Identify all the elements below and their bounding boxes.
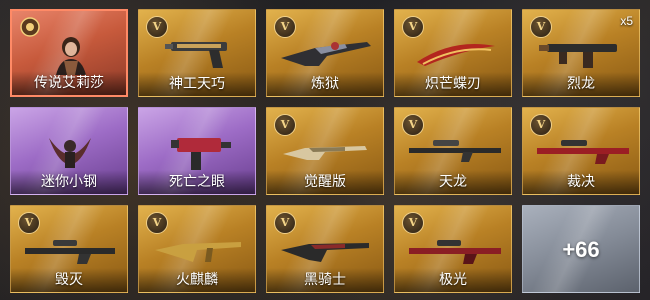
reward-tile-heiqishi[interactable]: V 黑骑士 xyxy=(266,205,384,293)
rifle-weapon-icon xyxy=(281,243,369,262)
reward-tile-huoqilin[interactable]: V 火麒麟 xyxy=(138,205,256,293)
reward-tile-huimie[interactable]: V 毁灭 xyxy=(10,205,128,293)
reward-tile-tianlong[interactable]: V 天龙 xyxy=(394,107,512,195)
tile-label: 极光 xyxy=(395,268,511,292)
reward-tile-legend-elisa[interactable]: 传说艾莉莎 xyxy=(10,9,128,97)
reward-tile-caijue[interactable]: V 裁决 xyxy=(522,107,640,195)
reward-tile-juexing[interactable]: V 觉醒版 xyxy=(266,107,384,195)
character-portrait-icon xyxy=(56,37,86,75)
smg-weapon-icon xyxy=(539,44,617,68)
tile-label: 火麒麟 xyxy=(139,268,255,292)
tile-label: 烈龙 xyxy=(523,72,639,96)
tile-label: 炽芒蝶刃 xyxy=(395,72,511,96)
rifle-weapon-icon xyxy=(283,146,367,160)
reward-tile-lianyu[interactable]: V 炼狱 xyxy=(266,9,384,97)
winged-character-icon xyxy=(49,138,91,168)
rank-emblem-icon xyxy=(20,17,40,37)
tile-label: 黑骑士 xyxy=(267,268,383,292)
rifle-weapon-icon xyxy=(155,242,241,262)
reward-tile-chimang-dieren[interactable]: V 炽芒蝶刃 xyxy=(394,9,512,97)
tile-label: 传说艾莉莎 xyxy=(12,71,126,95)
tile-label: 裁决 xyxy=(523,170,639,194)
sniper-rifle-icon xyxy=(537,140,629,164)
tile-label: 迷你小钢 xyxy=(11,170,127,194)
reward-tile-jiguang[interactable]: V 极光 xyxy=(394,205,512,293)
reward-tile-mini-xiaogang[interactable]: 迷你小钢 xyxy=(10,107,128,195)
more-rewards-tile[interactable]: +66 xyxy=(522,205,640,293)
reward-tile-lielong[interactable]: V x5 烈龙 xyxy=(522,9,640,97)
sniper-rifle-icon xyxy=(25,240,115,264)
tile-label: 天龙 xyxy=(395,170,511,194)
sniper-rifle-icon xyxy=(409,240,501,264)
quantity-badge: x5 xyxy=(620,14,633,28)
rifle-weapon-icon xyxy=(281,42,371,66)
sniper-rifle-icon xyxy=(409,140,501,162)
tile-label: 炼狱 xyxy=(267,72,383,96)
tile-label: 觉醒版 xyxy=(267,170,383,194)
pistol-weapon-icon xyxy=(165,42,227,68)
reward-tile-shengong-tianqiao[interactable]: V 神工天巧 xyxy=(138,9,256,97)
more-count-label: +66 xyxy=(562,237,600,262)
reward-tile-siwang-zhiyan[interactable]: 死亡之眼 xyxy=(138,107,256,195)
tile-label: 毁灭 xyxy=(11,268,127,292)
smg-weapon-icon xyxy=(171,138,231,170)
tile-label: 神工天巧 xyxy=(139,72,255,96)
butterfly-knife-icon xyxy=(417,44,495,66)
tile-label: 死亡之眼 xyxy=(139,170,255,194)
reward-grid: 传说艾莉莎 V 神工天巧 V 炼狱 V 炽芒蝶刃 V x5 烈龙 迷你小钢 死亡… xyxy=(0,0,650,300)
